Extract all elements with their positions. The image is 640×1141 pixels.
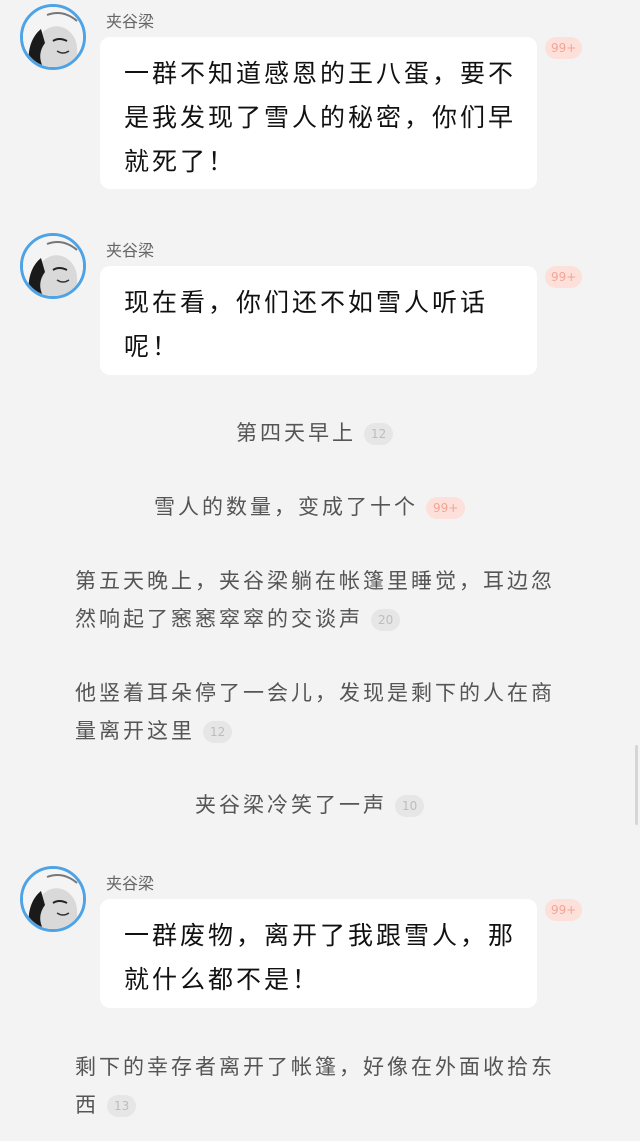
narration-text: 雪人的数量，变成了十个 <box>154 495 418 519</box>
avatar-portrait-icon <box>23 869 83 929</box>
comment-count-badge[interactable]: 99+ <box>545 37 583 59</box>
scrollbar[interactable] <box>635 745 638 825</box>
avatar[interactable] <box>20 4 86 70</box>
comment-count-badge[interactable]: 99+ <box>426 497 466 519</box>
narration-text: 夹谷梁冷笑了一声 <box>195 793 387 817</box>
message-bubble[interactable]: 一群不知道感恩的王八蛋，要不是我发现了雪人的秘密，你们早就死了！ <box>100 37 537 189</box>
message-bubble[interactable]: 现在看，你们还不如雪人听话呢！ <box>100 266 537 375</box>
narration-text: 第四天早上 <box>236 421 356 445</box>
avatar[interactable] <box>20 866 86 932</box>
narration-line[interactable]: 第四天早上 12 <box>236 414 394 452</box>
comment-count-badge[interactable]: 13 <box>107 1095 137 1117</box>
comment-count-badge[interactable]: 99+ <box>545 266 583 288</box>
comment-count-badge[interactable]: 20 <box>371 609 401 631</box>
speaker-name: 夹谷梁 <box>106 874 155 893</box>
narration-line[interactable]: 雪人的数量，变成了十个 99+ <box>154 488 466 526</box>
narration-text: 他竖着耳朵停了一会儿，发现是剩下的人在商量离开这里 <box>75 681 555 743</box>
avatar[interactable] <box>20 233 86 299</box>
narration-line[interactable]: 他竖着耳朵停了一会儿，发现是剩下的人在商量离开这里 12 <box>75 674 555 750</box>
avatar-portrait-icon <box>23 7 83 67</box>
avatar-portrait-icon <box>23 236 83 296</box>
speaker-name: 夹谷梁 <box>106 12 155 31</box>
comment-count-badge[interactable]: 10 <box>395 795 425 817</box>
narration-text: 第五天晚上，夹谷梁躺在帐篷里睡觉，耳边忽然响起了窸窸窣窣的交谈声 <box>75 569 555 631</box>
comment-count-badge[interactable]: 99+ <box>545 899 583 921</box>
narration-text: 剩下的幸存者离开了帐篷，好像在外面收拾东西 <box>75 1055 555 1117</box>
narration-line[interactable]: 夹谷梁冷笑了一声 10 <box>195 786 425 824</box>
comment-count-badge[interactable]: 12 <box>203 721 233 743</box>
message-bubble[interactable]: 一群废物，离开了我跟雪人，那就什么都不是！ <box>100 899 537 1008</box>
speaker-name: 夹谷梁 <box>106 241 155 260</box>
narration-line[interactable]: 第五天晚上，夹谷梁躺在帐篷里睡觉，耳边忽然响起了窸窸窣窣的交谈声 20 <box>75 562 555 638</box>
narration-line[interactable]: 剩下的幸存者离开了帐篷，好像在外面收拾东西 13 <box>75 1048 555 1124</box>
comment-count-badge[interactable]: 12 <box>364 423 394 445</box>
